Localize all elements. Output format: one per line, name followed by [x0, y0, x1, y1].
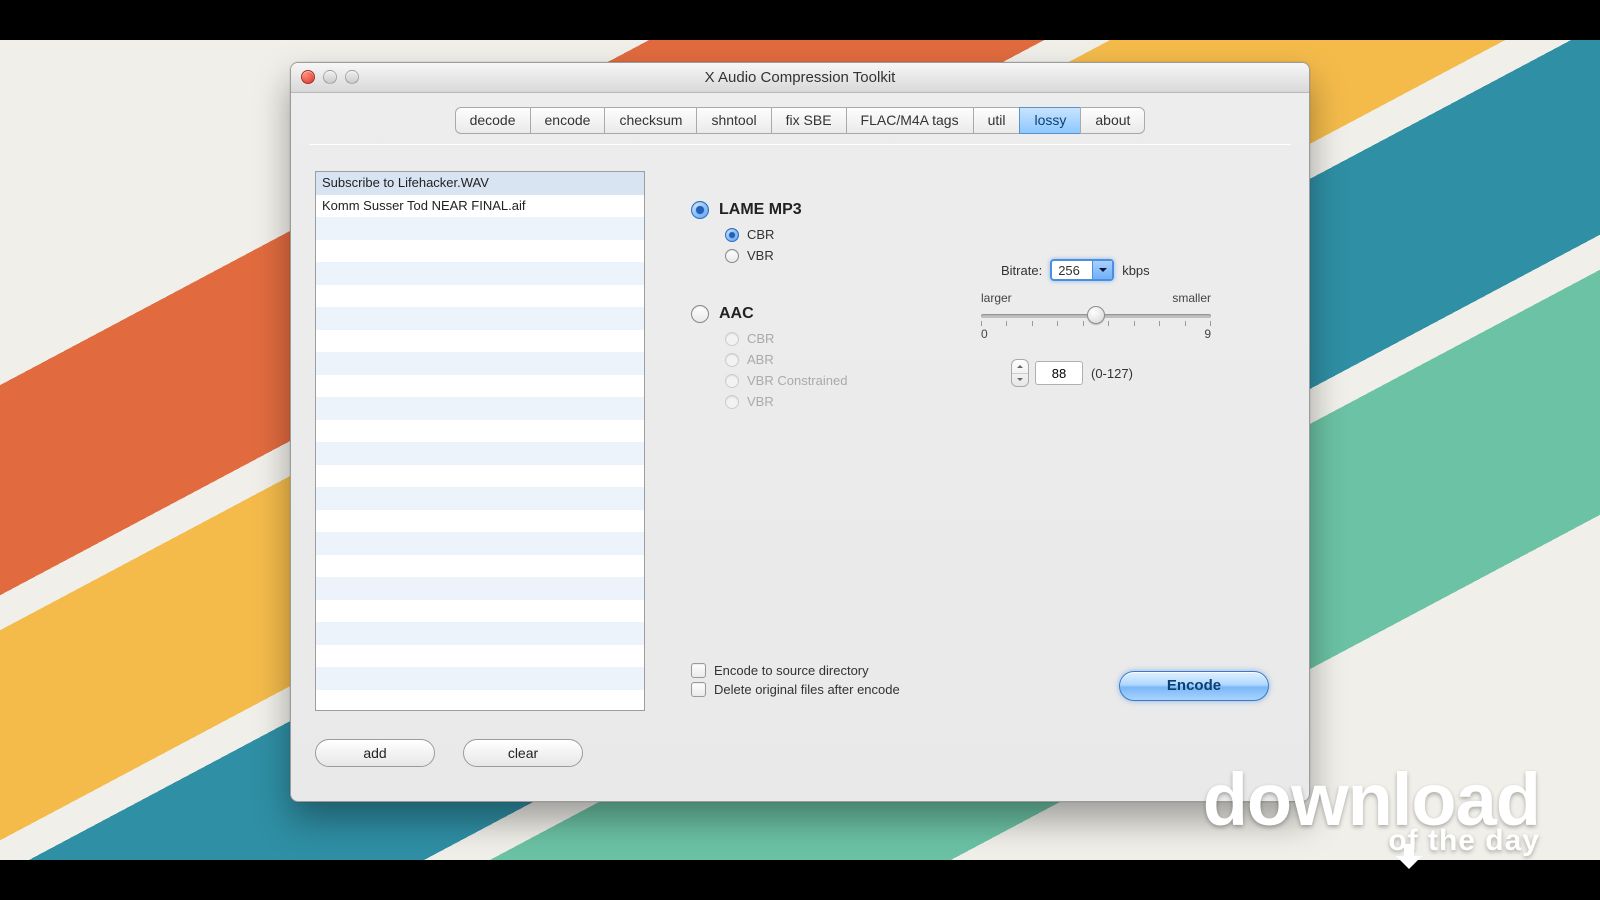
chevron-down-icon — [1092, 261, 1112, 279]
encoder-panel: LAME MP3 CBR VBR AAC CBR ABR — [691, 201, 1285, 415]
aac-vbrc-label: VBR Constrained — [747, 373, 847, 388]
list-item — [316, 667, 644, 690]
list-item — [316, 397, 644, 420]
tab-decode[interactable]: decode — [455, 107, 531, 134]
minimize-icon[interactable] — [323, 70, 337, 84]
radio-unselected-icon — [725, 249, 739, 263]
letterbox-bottom — [0, 860, 1600, 900]
list-item — [316, 285, 644, 308]
bitrate-combo[interactable]: 256 — [1050, 259, 1114, 281]
aac-vbr-label: VBR — [747, 394, 774, 409]
list-item — [316, 352, 644, 375]
letterbox-top — [0, 0, 1600, 40]
tab-lossy[interactable]: lossy — [1019, 107, 1081, 134]
content-area: Subscribe to Lifehacker.WAVKomm Susser T… — [291, 151, 1309, 801]
download-arrow-icon — [1396, 844, 1422, 874]
radio-disabled-icon — [725, 332, 739, 346]
encoder-lame-radio[interactable]: LAME MP3 — [691, 201, 1285, 219]
list-item — [316, 487, 644, 510]
list-item — [316, 217, 644, 240]
options-group: Encode to source directory Delete origin… — [691, 663, 900, 701]
separator — [309, 144, 1291, 145]
chevron-up-icon[interactable] — [1012, 360, 1028, 374]
delete-original-label: Delete original files after encode — [714, 682, 900, 697]
slider-left-label: larger — [981, 291, 1012, 305]
list-item[interactable]: Subscribe to Lifehacker.WAV — [316, 172, 644, 195]
list-item[interactable]: Komm Susser Tod NEAR FINAL.aif — [316, 195, 644, 218]
bitrate-label: Bitrate: — [1001, 263, 1042, 278]
encode-to-source-label: Encode to source directory — [714, 663, 869, 678]
lame-vbr-label: VBR — [747, 248, 774, 263]
quality-input[interactable] — [1035, 361, 1083, 385]
slider-thumb-icon[interactable] — [1087, 306, 1105, 324]
radio-disabled-icon — [725, 353, 739, 367]
list-item — [316, 465, 644, 488]
list-item — [316, 532, 644, 555]
tab-about[interactable]: about — [1080, 107, 1145, 134]
list-item — [316, 420, 644, 443]
bitrate-value: 256 — [1058, 263, 1092, 278]
list-item — [316, 577, 644, 600]
radio-selected-icon — [691, 201, 709, 219]
zoom-icon[interactable] — [345, 70, 359, 84]
tab-encode[interactable]: encode — [530, 107, 606, 134]
list-item — [316, 330, 644, 353]
tab-bar: decodeencodechecksumshntoolfix SBEFLAC/M… — [291, 107, 1309, 134]
list-item — [316, 690, 644, 712]
list-item — [316, 645, 644, 668]
tab-flac-m4a-tags[interactable]: FLAC/M4A tags — [846, 107, 974, 134]
list-item — [316, 307, 644, 330]
encode-button[interactable]: Encode — [1119, 671, 1269, 701]
titlebar[interactable]: X Audio Compression Toolkit — [291, 63, 1309, 93]
tab-shntool[interactable]: shntool — [696, 107, 771, 134]
clear-button[interactable]: clear — [463, 739, 583, 767]
aac-cbr-label: CBR — [747, 331, 774, 346]
aac-vbr-radio: VBR — [725, 394, 1285, 409]
quality-stepper[interactable] — [1011, 359, 1083, 387]
list-item — [316, 600, 644, 623]
list-item — [316, 555, 644, 578]
delete-original-checkbox[interactable]: Delete original files after encode — [691, 682, 900, 697]
tab-util[interactable]: util — [973, 107, 1021, 134]
encode-to-source-checkbox[interactable]: Encode to source directory — [691, 663, 900, 678]
file-list[interactable]: Subscribe to Lifehacker.WAVKomm Susser T… — [315, 171, 645, 711]
list-item — [316, 442, 644, 465]
lame-cbr-label: CBR — [747, 227, 774, 242]
chevron-down-icon[interactable] — [1012, 374, 1028, 387]
quality-slider[interactable] — [981, 307, 1211, 325]
window-title: X Audio Compression Toolkit — [705, 69, 896, 86]
add-button[interactable]: add — [315, 739, 435, 767]
list-item — [316, 262, 644, 285]
list-item — [316, 622, 644, 645]
bitrate-unit: kbps — [1122, 263, 1149, 278]
encoder-lame-label: LAME MP3 — [719, 201, 802, 219]
slider-max: 9 — [1204, 327, 1211, 341]
radio-unselected-icon — [691, 305, 709, 323]
tab-checksum[interactable]: checksum — [604, 107, 697, 134]
traffic-lights — [301, 70, 359, 84]
app-window: X Audio Compression Toolkit decodeencode… — [290, 62, 1310, 802]
list-item — [316, 240, 644, 263]
slider-right-label: smaller — [1172, 291, 1211, 305]
aac-abr-label: ABR — [747, 352, 774, 367]
lame-cbr-radio[interactable]: CBR — [725, 227, 1285, 242]
encoder-aac-label: AAC — [719, 305, 754, 323]
radio-disabled-icon — [725, 374, 739, 388]
radio-selected-icon — [725, 228, 739, 242]
quality-range-label: (0-127) — [1091, 366, 1133, 381]
stepper-buttons[interactable] — [1011, 359, 1029, 387]
list-item — [316, 375, 644, 398]
download-of-the-day-watermark: download of the day — [1203, 772, 1540, 852]
tab-fix-sbe[interactable]: fix SBE — [771, 107, 847, 134]
checkbox-icon — [691, 682, 706, 697]
list-item — [316, 510, 644, 533]
close-icon[interactable] — [301, 70, 315, 84]
checkbox-icon — [691, 663, 706, 678]
radio-disabled-icon — [725, 395, 739, 409]
slider-min: 0 — [981, 327, 988, 341]
